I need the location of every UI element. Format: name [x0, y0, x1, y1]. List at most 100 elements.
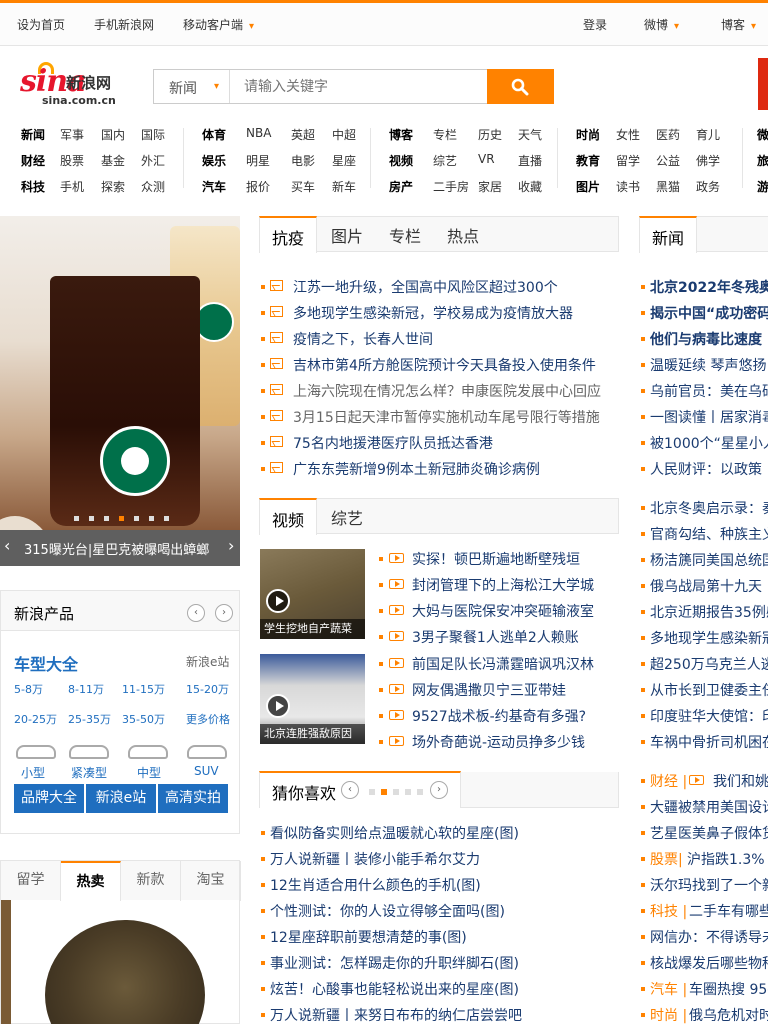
video-link[interactable]: 3男子聚餐1人逃单2人赖账	[412, 627, 579, 647]
video-link[interactable]: 封闭管理下的上海松江大学城	[412, 575, 594, 595]
nav-sub-link[interactable]: 专栏	[433, 126, 457, 143]
right-category-link[interactable]: 汽车 |	[650, 979, 687, 999]
guess-link[interactable]: 12生肖适合用什么颜色的手机(图)	[270, 875, 481, 895]
right-news-link[interactable]: 从市长到卫健委主任	[650, 680, 768, 700]
carousel-dot[interactable]	[381, 789, 387, 795]
price-range-link[interactable]: 更多价格	[186, 711, 230, 727]
car-catalog-link[interactable]: 车型大全	[14, 651, 78, 675]
nav-sub-link[interactable]: 收藏	[518, 178, 542, 195]
price-range-link[interactable]: 25-35万	[68, 711, 111, 727]
right-news-link[interactable]: 沃尔玛找到了一个新	[650, 875, 768, 895]
right-news-link[interactable]: 我们和姚	[713, 771, 768, 791]
news-link[interactable]: 江苏一地升级，全国高中风险区超过300个	[293, 277, 558, 297]
nav-sub-link[interactable]: 星座	[332, 152, 356, 169]
right-news-link[interactable]: 沪指跌1.3% 港	[687, 849, 768, 869]
carousel-dot[interactable]	[405, 789, 411, 795]
nav-sub-link[interactable]: 国际	[141, 126, 165, 143]
right-news-link[interactable]: 北京冬奥启示录：奏	[650, 498, 768, 518]
shop-tab[interactable]: 留学	[1, 861, 61, 901]
slide-prev-arrow-icon[interactable]: ‹	[4, 536, 10, 555]
carousel-dot[interactable]	[369, 789, 375, 795]
carousel-dot[interactable]	[393, 789, 399, 795]
guess-link[interactable]: 万人说新疆丨来努日布布的纳仁店尝尝吧	[270, 1005, 522, 1024]
search-category-select[interactable]: 新闻 ▾	[154, 70, 230, 103]
nav-sub-link[interactable]: 买车	[291, 178, 315, 195]
tab-variety[interactable]: 综艺	[318, 498, 376, 534]
nav-sub-link[interactable]: 电影	[291, 152, 315, 169]
nav-sub-link[interactable]: 直播	[518, 152, 542, 169]
car-type-link[interactable]: 小型	[21, 764, 45, 781]
nav-sub-link[interactable]: 读书	[616, 178, 640, 195]
search-button[interactable]	[487, 69, 554, 104]
sina-estation-link[interactable]: 新浪e站	[186, 653, 229, 670]
right-category-link[interactable]: 财经 |	[650, 771, 687, 791]
right-news-link[interactable]: 印度驻华大使馆：印	[650, 706, 768, 726]
video-link[interactable]: 大妈与医院保安冲突砸输液室	[412, 601, 594, 621]
slide-caption[interactable]: 315曝光台|星巴克被曝喝出蟑螂	[24, 539, 209, 558]
nav-channel-link[interactable]: 科技	[21, 178, 45, 195]
tab-pictures[interactable]: 图片	[318, 216, 376, 252]
tab-video[interactable]: 视频	[259, 498, 317, 535]
right-news-link[interactable]: 人民财评：以政策	[650, 459, 762, 479]
login-link[interactable]: 登录	[583, 16, 607, 33]
news-link[interactable]: 吉林市第4所方舱医院预计今天具备投入使用条件	[293, 355, 596, 375]
nav-sub-link[interactable]: 外汇	[141, 152, 165, 169]
nav-sub-link[interactable]: 军事	[60, 126, 84, 143]
right-news-link[interactable]: 艺星医美鼻子假体货	[650, 823, 768, 843]
nav-sub-link[interactable]: 公益	[656, 152, 680, 169]
car-type-link[interactable]: 中型	[137, 764, 161, 781]
price-range-link[interactable]: 20-25万	[14, 711, 57, 727]
right-news-link[interactable]: 俄乌战局第十九天	[650, 576, 762, 596]
nav-sub-link[interactable]: NBA	[246, 126, 271, 140]
right-news-link[interactable]: 杨洁篪同美国总统国	[650, 550, 768, 570]
right-news-link[interactable]: 他们与病毒比速度	[650, 329, 762, 349]
nav-sub-link[interactable]: 众测	[141, 178, 165, 195]
right-news-link[interactable]: 超250万乌克兰人逃	[650, 654, 768, 674]
video-link[interactable]: 9527战术板-约基奇有多强?	[412, 706, 586, 726]
chevron-right-icon[interactable]: ›	[430, 781, 448, 799]
nav-channel-link[interactable]: 财经	[21, 152, 45, 169]
guess-link[interactable]: 12星座辞职前要想清楚的事(图)	[270, 927, 467, 947]
slider-dot[interactable]	[89, 516, 94, 521]
news-link[interactable]: 疫情之下，长春人世间	[293, 329, 433, 349]
nav-sub-link[interactable]: 黑猫	[656, 178, 680, 195]
news-link[interactable]: 多地现学生感染新冠，学校易成为疫情放大器	[293, 303, 573, 323]
nav-channel-link[interactable]: 体育	[202, 126, 226, 143]
guess-link[interactable]: 炫苦！心酸事也能轻松说出来的星座(图)	[270, 979, 519, 999]
product-button[interactable]: 高清实拍	[158, 784, 228, 813]
nav-channel-link[interactable]: 图片	[576, 178, 600, 195]
price-range-link[interactable]: 35-50万	[122, 711, 165, 727]
right-news-link[interactable]: 被1000个“星星小人	[650, 433, 768, 453]
shop-tab[interactable]: 淘宝	[181, 861, 241, 901]
nav-sub-link[interactable]: 育儿	[696, 126, 720, 143]
right-category-link[interactable]: 科技 |	[650, 901, 687, 921]
video-link[interactable]: 实探！顿巴斯遍地断壁残垣	[412, 549, 580, 569]
tab-kangyi[interactable]: 抗疫	[259, 216, 317, 253]
slider-dot[interactable]	[104, 516, 109, 521]
right-news-link[interactable]: 二手车有哪些	[689, 901, 768, 921]
right-news-link[interactable]: 乌前官员：美在乌研	[650, 381, 768, 401]
nav-sub-link[interactable]: 基金	[101, 152, 125, 169]
chevron-left-icon[interactable]: ‹	[341, 781, 359, 799]
nav-sub-link[interactable]: VR	[478, 152, 495, 166]
nav-channel-link[interactable]: 汽车	[202, 178, 226, 195]
car-icon[interactable]	[16, 745, 56, 759]
flag-banner[interactable]	[758, 58, 768, 110]
car-type-link[interactable]: 紧凑型	[71, 764, 107, 781]
right-news-link[interactable]: 揭示中国“成功密码	[650, 303, 768, 323]
right-news-link[interactable]: 大疆被禁用美国设计	[650, 797, 768, 817]
nav-sub-link[interactable]: 政务	[696, 178, 720, 195]
shop-tab[interactable]: 热卖	[61, 861, 121, 901]
nav-sub-link[interactable]: 天气	[518, 126, 542, 143]
product-button[interactable]: 品牌大全	[14, 784, 84, 813]
slider-dot[interactable]	[134, 516, 139, 521]
shop-product-image[interactable]	[0, 900, 240, 1024]
nav-sub-link[interactable]: 二手房	[433, 178, 469, 195]
news-link[interactable]: 广东东莞新增9例本土新冠肺炎确诊病例	[293, 459, 540, 479]
nav-sub-link[interactable]: 佛学	[696, 152, 720, 169]
car-icon[interactable]	[69, 745, 109, 759]
video-link[interactable]: 网友偶遇撒贝宁三亚带娃	[412, 680, 566, 700]
news-link[interactable]: 75名内地援港医疗队员抵达香港	[293, 433, 493, 453]
nav-sub-link[interactable]: 新车	[332, 178, 356, 195]
video-thumbnail[interactable]: 学生挖地自产蔬菜	[260, 549, 365, 639]
